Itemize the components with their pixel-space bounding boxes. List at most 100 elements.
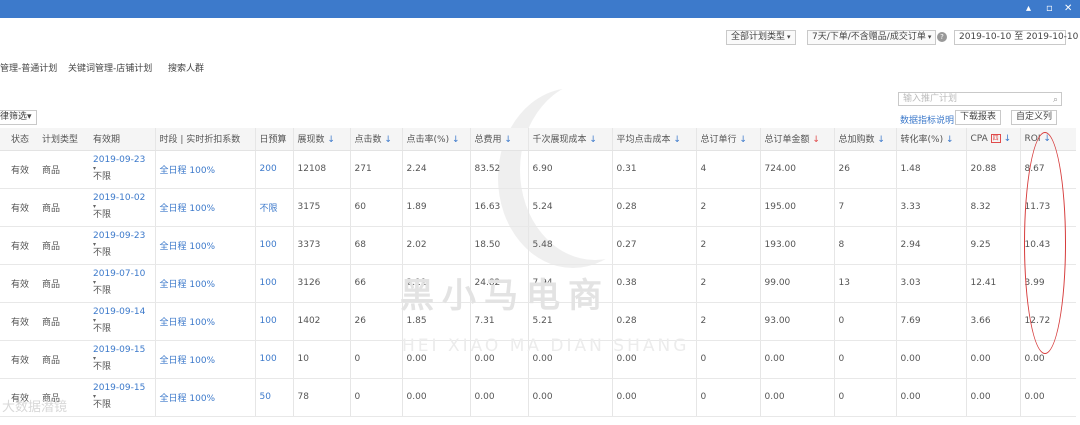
sort-arrow-icon[interactable]: ↓ xyxy=(739,135,747,145)
start-date[interactable]: 2019-09-23 xyxy=(93,155,145,165)
table-toolbar: 律筛选▾ 输入推广计划 ⌕ 数据指标说明 > 下载报表 自定义列 xyxy=(0,90,1080,126)
cell-cpa: 12.41 xyxy=(965,264,1020,303)
cell-budget[interactable]: 200 xyxy=(254,150,293,189)
end-date: 不限 xyxy=(93,286,112,296)
chevron-down-icon: ▾ xyxy=(27,112,32,122)
cell-budget[interactable]: 50 xyxy=(254,378,293,417)
cell-time-slot[interactable]: 全日程 100% xyxy=(154,264,255,303)
custom-columns-button[interactable]: 自定义列 xyxy=(1011,110,1058,125)
cell-plan-type: 商品 xyxy=(42,150,93,189)
search-icon[interactable]: ⌕ xyxy=(1053,94,1058,106)
start-date[interactable]: 2019-09-15 xyxy=(93,345,145,355)
cell-budget[interactable]: 100 xyxy=(254,264,293,303)
cell-clicks: 26 xyxy=(349,302,402,341)
col-clicks[interactable]: 点击数 ↓ xyxy=(349,128,402,151)
sort-arrow-icon[interactable]: ↓ xyxy=(946,135,954,145)
sort-arrow-icon[interactable]: ↓ xyxy=(1004,134,1012,144)
roi-highlight-annotation xyxy=(1024,132,1066,354)
sort-arrow-icon[interactable]: ↓ xyxy=(327,135,335,145)
restore-icon[interactable]: ▫ xyxy=(1046,2,1053,16)
col-impressions[interactable]: 展现数 ↓ xyxy=(292,128,350,151)
sort-arrow-icon[interactable]: ↓ xyxy=(384,135,392,145)
sort-arrow-icon[interactable]: ↓ xyxy=(877,135,885,145)
cell-budget[interactable]: 不限 xyxy=(254,188,293,227)
filter-toolbar: 全部计划类型 ▾ 7天/下单/不含赠品/成交订单 ▾ ? 2019-10-10 至 … xyxy=(0,26,1080,48)
table-row[interactable]: 有效 商品 2019-09-23 ▾ 不限 全日程 100% 100 3373 68 2.02 18… xyxy=(0,226,1076,265)
cell-cpa: 0.00 xyxy=(965,378,1020,417)
start-date[interactable]: 2019-09-15 xyxy=(93,383,145,393)
cell-cost: 18.50 xyxy=(469,226,528,265)
cell-validity[interactable]: 2019-09-23 ▾ 不限 xyxy=(93,226,155,265)
close-icon[interactable]: ✕ xyxy=(1064,2,1072,16)
cell-validity[interactable]: 2019-09-14 ▾ 不限 xyxy=(93,302,155,341)
end-date: 不限 xyxy=(93,324,112,334)
sort-arrow-icon[interactable]: ↓ xyxy=(812,135,820,145)
cell-cvr: 1.48 xyxy=(895,150,966,189)
cell-carts: 0 xyxy=(833,302,896,341)
col-carts[interactable]: 总加购数 ↓ xyxy=(833,128,896,151)
cell-budget[interactable]: 100 xyxy=(254,302,293,341)
table-row[interactable]: 有效 商品 2019-09-15 ▾ 不限 全日程 100% 50 78 0 0.00 0.00 0.… xyxy=(0,378,1076,417)
sort-arrow-icon[interactable]: ↓ xyxy=(589,135,597,145)
cell-cpm: 0.00 xyxy=(527,378,612,417)
minimize-icon[interactable]: ▴ xyxy=(1026,2,1031,16)
cell-roi: 0.00 xyxy=(1019,378,1076,417)
cell-status: 有效 xyxy=(11,188,42,227)
col-order-amount[interactable]: 总订单金额 ↓ xyxy=(759,128,834,151)
sort-arrow-icon[interactable]: ↓ xyxy=(504,135,512,145)
start-date[interactable]: 2019-09-23 xyxy=(93,231,145,241)
help-icon[interactable]: ? xyxy=(937,32,947,42)
start-date[interactable]: 2019-10-02 xyxy=(93,193,145,203)
col-ctr[interactable]: 点击率(%) ↓ xyxy=(401,128,470,151)
cell-cvr: 0.00 xyxy=(895,340,966,379)
col-validity: 有效期 xyxy=(93,128,155,151)
tab-plan-management[interactable]: 管理-普通计划 xyxy=(0,61,57,74)
cell-time-slot[interactable]: 全日程 100% xyxy=(154,340,255,379)
cell-time-slot[interactable]: 全日程 100% xyxy=(154,378,255,417)
attribution-select[interactable]: 7天/下单/不含赠品/成交订单 ▾ xyxy=(807,30,937,45)
cell-impressions: 78 xyxy=(292,378,350,417)
col-orders[interactable]: 总订单行 ↓ xyxy=(695,128,760,151)
col-cvr[interactable]: 转化率(%) ↓ xyxy=(895,128,966,151)
cell-validity[interactable]: 2019-09-15 ▾ 不限 xyxy=(93,378,155,417)
cell-budget[interactable]: 100 xyxy=(254,340,293,379)
cell-clicks: 68 xyxy=(349,226,402,265)
cell-time-slot[interactable]: 全日程 100% xyxy=(154,188,255,227)
cell-carts: 0 xyxy=(833,378,896,417)
cpa-badge-icon: 四 xyxy=(990,133,1001,143)
end-date: 不限 xyxy=(93,210,112,220)
cell-validity[interactable]: 2019-09-23 ▾ 不限 xyxy=(93,150,155,189)
col-cpc[interactable]: 平均点击成本 ↓ xyxy=(611,128,696,151)
cell-validity[interactable]: 2019-10-02 ▾ 不限 xyxy=(93,188,155,227)
date-range-picker[interactable]: 2019-10-10 至 2019-10-10 xyxy=(954,30,1078,45)
chevron-down-icon: ▾ xyxy=(787,33,791,41)
col-cpm[interactable]: 千次展现成本 ↓ xyxy=(527,128,612,151)
col-total-cost[interactable]: 总费用 ↓ xyxy=(469,128,528,151)
start-date[interactable]: 2019-09-14 xyxy=(93,307,145,317)
filter-button[interactable]: 律筛选▾ xyxy=(0,110,37,125)
cell-cpa: 9.25 xyxy=(965,226,1020,265)
sort-arrow-icon[interactable]: ↓ xyxy=(673,135,681,145)
tab-keyword-management[interactable]: 关键词管理-店铺计划 xyxy=(68,61,152,74)
table-row[interactable]: 有效 商品 2019-10-02 ▾ 不限 全日程 100% 不限 3175 60 1.89 16.… xyxy=(0,188,1076,227)
cell-plan-type: 商品 xyxy=(42,340,93,379)
cell-validity[interactable]: 2019-09-15 ▾ 不限 xyxy=(93,340,155,379)
cell-time-slot[interactable]: 全日程 100% xyxy=(154,150,255,189)
download-report-button[interactable]: 下载报表 xyxy=(955,110,1002,125)
cell-time-slot[interactable]: 全日程 100% xyxy=(154,226,255,265)
cell-carts: 26 xyxy=(833,150,896,189)
col-status: 状态 xyxy=(11,128,42,151)
table-row[interactable]: 有效 商品 2019-09-23 ▾ 不限 全日程 100% 200 12108 271 2.24… xyxy=(0,150,1076,189)
sort-arrow-icon[interactable]: ↓ xyxy=(452,135,460,145)
tab-search-crowd[interactable]: 搜索人群 xyxy=(168,61,204,74)
col-cpa[interactable]: CPA 四 ↓ xyxy=(965,128,1020,151)
cell-time-slot[interactable]: 全日程 100% xyxy=(154,302,255,341)
cell-budget[interactable]: 100 xyxy=(254,226,293,265)
plan-type-select[interactable]: 全部计划类型 ▾ xyxy=(726,30,796,45)
start-date[interactable]: 2019-07-10 xyxy=(93,269,145,279)
plan-search-input[interactable]: 输入推广计划 ⌕ xyxy=(898,92,1062,106)
col-daily-budget[interactable]: 日预算 xyxy=(254,128,293,151)
cell-cpc: 0.38 xyxy=(611,264,696,303)
col-time-slot: 时段 | 实时折扣系数 xyxy=(154,128,255,151)
cell-validity[interactable]: 2019-07-10 ▾ 不限 xyxy=(93,264,155,303)
